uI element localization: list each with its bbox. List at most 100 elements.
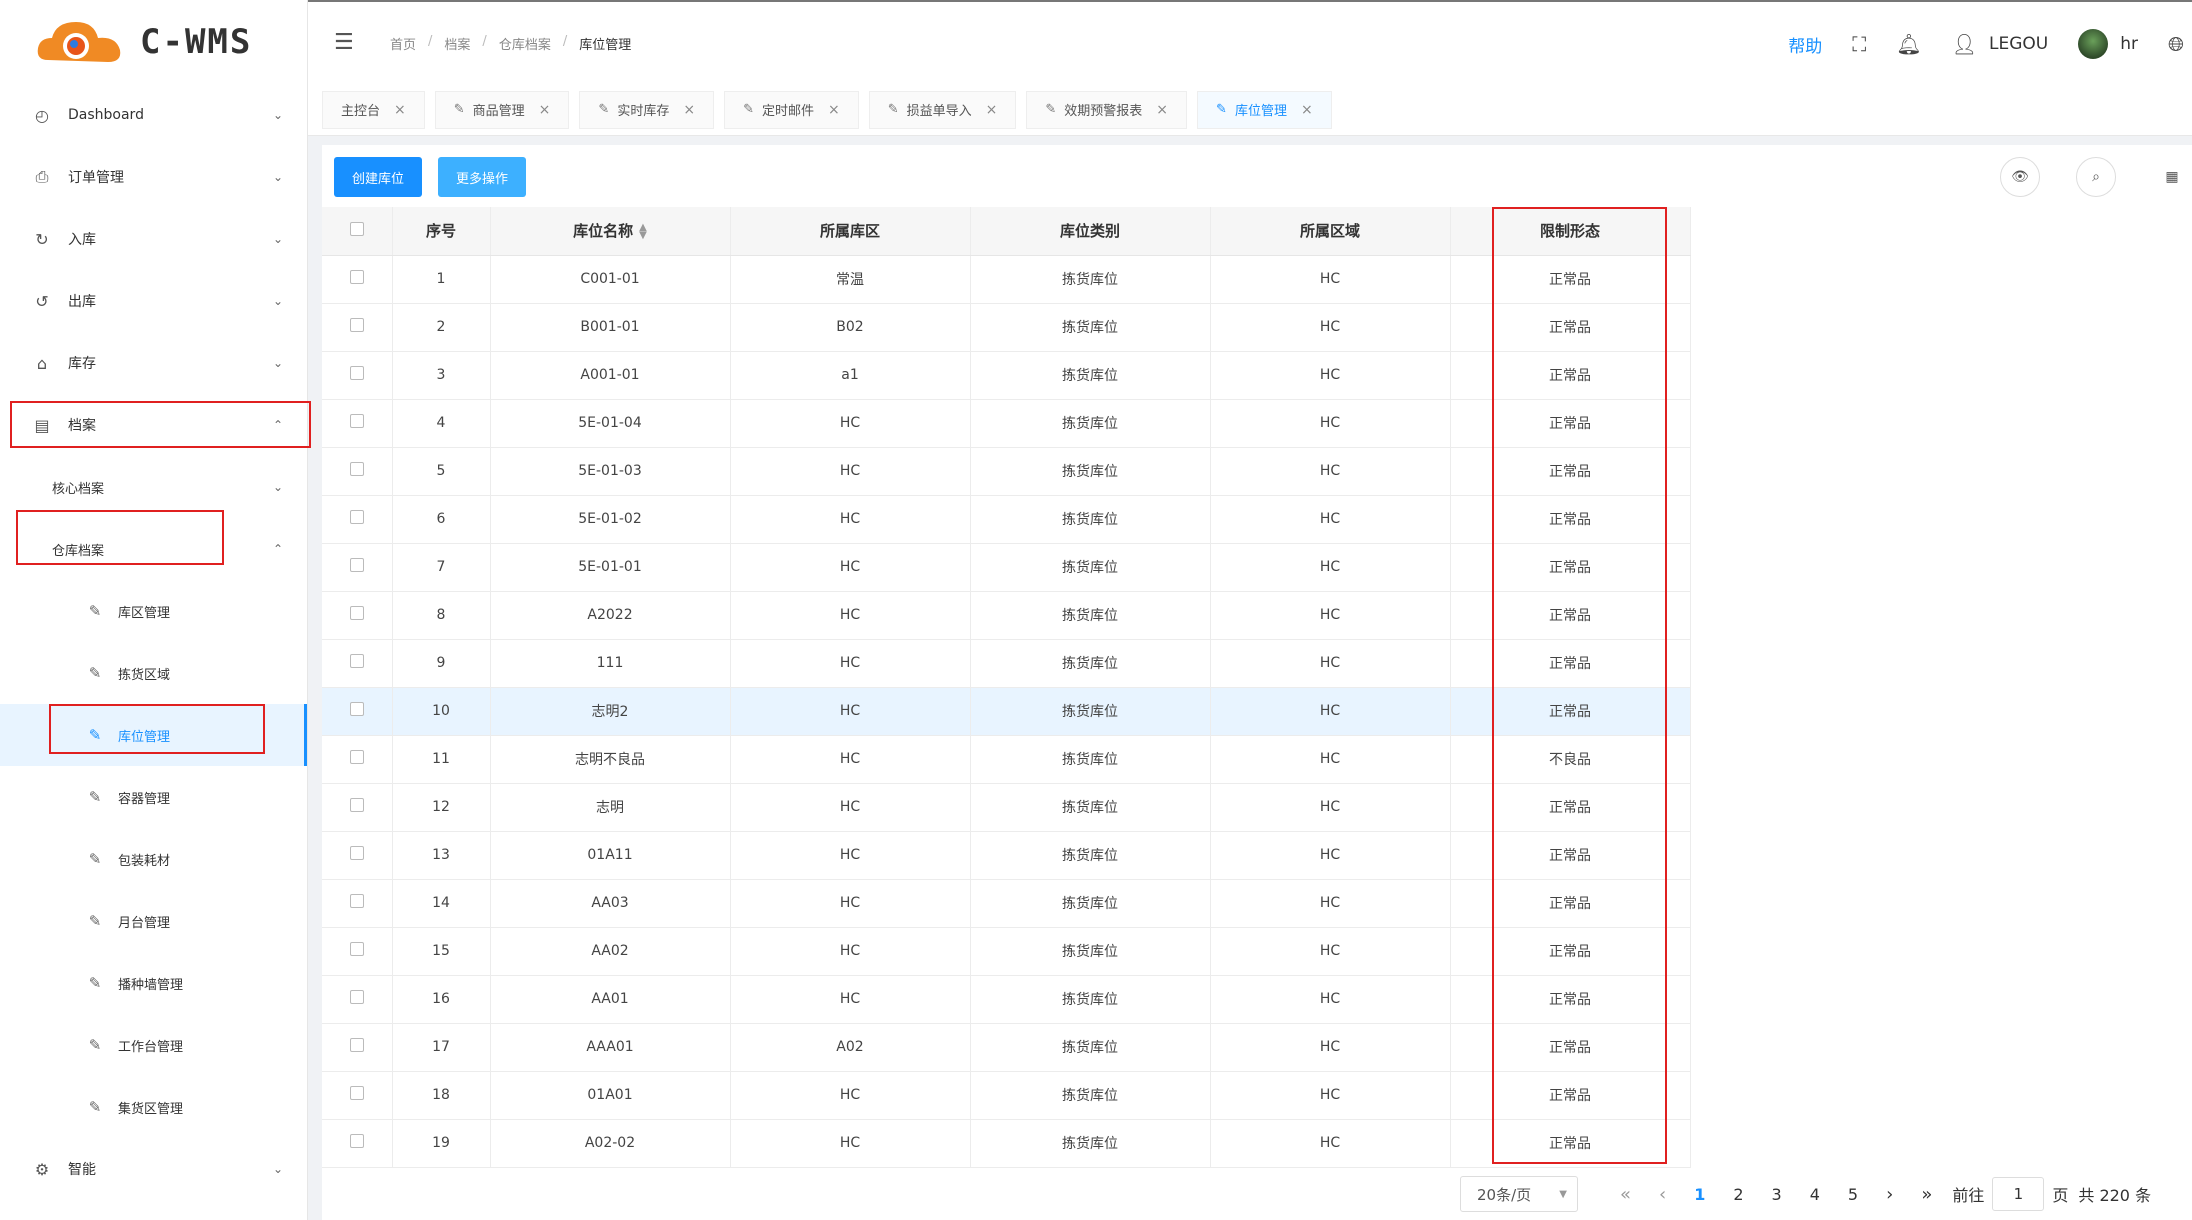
sidebar-leaf-item[interactable]: ✎ 库位管理 [0,704,307,766]
table-row[interactable]: 17 AAA01 A02 拣货库位 HC 正常品 [322,1023,1691,1072]
table-row[interactable]: 1 C001-01 常温 拣货库位 HC 正常品 [322,255,1691,304]
tag-item[interactable]: ✎ 库位管理 × [1197,90,1332,129]
row-checkbox[interactable] [322,1023,393,1072]
globe-icon[interactable]: 🌐︎ [2168,32,2184,56]
page-number[interactable]: 1 [1694,1185,1705,1204]
next-page-icon[interactable]: › [1886,1184,1893,1205]
close-icon[interactable]: × [1156,102,1168,118]
sidebar-item[interactable]: ↻ 入库 ⌄ [0,208,307,270]
tag-item[interactable]: 主控台 × [322,90,425,129]
page-number[interactable]: 2 [1733,1185,1743,1204]
row-checkbox[interactable] [322,351,393,400]
sidebar-leaf-item[interactable]: ✎ 工作台管理 [0,1014,307,1076]
tag-item[interactable]: ✎ 定时邮件 × [724,90,859,129]
fullscreen-icon[interactable]: ⛶ [1852,32,1866,56]
sidebar-leaf-item[interactable]: ✎ 拣货区域 [0,642,307,704]
table-row[interactable]: 4 5E-01-04 HC 拣货库位 HC 正常品 [322,399,1691,448]
company-name[interactable]: LEGOU [1989,34,2048,54]
table-row[interactable]: 2 B001-01 B02 拣货库位 HC 正常品 [322,303,1691,352]
sort-icon[interactable]: ▲ ▼ [639,222,647,240]
sidebar-item-smart[interactable]: ⚙ 智能 ⌄ [0,1138,307,1200]
table-row[interactable]: 15 AA02 HC 拣货库位 HC 正常品 [322,927,1691,976]
table-row[interactable]: 14 AA03 HC 拣货库位 HC 正常品 [322,879,1691,928]
row-checkbox[interactable] [322,831,393,880]
column-header-sortable[interactable]: 库位名称 ▲ ▼ [490,207,731,256]
sidebar-item[interactable]: ⎙ 订单管理 ⌄ [0,146,307,208]
page-number[interactable]: 5 [1848,1185,1858,1204]
sidebar-leaf-item[interactable]: ✎ 月台管理 [0,890,307,952]
menu-toggle-icon[interactable]: ☰ [334,30,354,55]
search-icon[interactable]: ⌕ [2076,157,2116,197]
sidebar-item[interactable]: ▤ 档案 ⌃ [0,394,307,456]
goto-page-input[interactable]: 1 [1992,1177,2045,1211]
bell-icon[interactable]: 🔔︎ [1896,32,1921,56]
submenu-warehouse-archive[interactable]: 仓库档案 ⌃ [0,518,307,580]
breadcrumb-item[interactable]: 仓库档案 [499,34,551,53]
table-row[interactable]: 7 5E-01-01 HC 拣货库位 HC 正常品 [322,543,1691,592]
tag-item[interactable]: ✎ 效期预警报表 × [1026,90,1188,129]
table-row[interactable]: 16 AA01 HC 拣货库位 HC 正常品 [322,975,1691,1024]
row-checkbox[interactable] [322,879,393,928]
table-row[interactable]: 5 5E-01-03 HC 拣货库位 HC 正常品 [322,447,1691,496]
avatar[interactable] [2078,29,2109,59]
user-name[interactable]: hr [2120,34,2138,54]
sidebar-item[interactable]: ⌂ 库存 ⌄ [0,332,307,394]
table-row[interactable]: 9 111 HC 拣货库位 HC 正常品 [322,639,1691,688]
close-icon[interactable]: × [828,102,840,118]
page-number[interactable]: 4 [1810,1185,1820,1204]
first-page-icon[interactable]: « [1620,1184,1631,1205]
row-checkbox[interactable] [322,975,393,1024]
row-checkbox[interactable] [322,255,393,304]
table-row[interactable]: 18 01A01 HC 拣货库位 HC 正常品 [322,1071,1691,1120]
table-row[interactable]: 12 志明 HC 拣货库位 HC 正常品 [322,783,1691,832]
create-location-button[interactable]: 创建库位 [334,157,423,197]
last-page-icon[interactable]: » [1921,1184,1932,1205]
table-row[interactable]: 19 A02-02 HC 拣货库位 HC 正常品 [322,1119,1691,1168]
prev-page-icon[interactable]: ‹ [1659,1184,1666,1205]
submenu-core-archive[interactable]: 核心档案 ⌄ [0,456,307,518]
tag-item[interactable]: ✎ 损益单导入 × [868,90,1017,129]
row-checkbox[interactable] [322,735,393,784]
table-row[interactable]: 8 A2022 HC 拣货库位 HC 正常品 [322,591,1691,640]
row-checkbox[interactable] [322,399,393,448]
row-checkbox[interactable] [322,591,393,640]
table-row[interactable]: 11 志明不良品 HC 拣货库位 HC 不良品 [322,735,1691,784]
row-checkbox[interactable] [322,687,393,736]
row-checkbox[interactable] [322,639,393,688]
grid-icon[interactable]: ▦ [2152,157,2192,197]
tag-item[interactable]: ✎ 商品管理 × [434,90,570,129]
close-icon[interactable]: × [394,102,406,118]
row-checkbox[interactable] [322,495,393,544]
page-number[interactable]: 3 [1772,1185,1782,1204]
page-size-select[interactable]: 20条/页 ▼ [1460,1176,1578,1212]
row-checkbox[interactable] [322,447,393,496]
eye-icon[interactable]: 👁︎ [2000,157,2040,197]
sidebar-item[interactable]: ◴ Dashboard ⌄ [0,84,307,146]
table-row[interactable]: 13 01A11 HC 拣货库位 HC 正常品 [322,831,1691,880]
table-row[interactable]: 6 5E-01-02 HC 拣货库位 HC 正常品 [322,495,1691,544]
more-actions-button[interactable]: 更多操作 [438,157,527,197]
close-icon[interactable]: × [1301,102,1313,118]
row-checkbox[interactable] [322,303,393,352]
breadcrumb-item[interactable]: 首页 [390,34,416,53]
sidebar-item[interactable]: ↺ 出库 ⌄ [0,270,307,332]
row-checkbox[interactable] [322,543,393,592]
sidebar-leaf-item[interactable]: ✎ 容器管理 [0,766,307,828]
sidebar-leaf-item[interactable]: ✎ 播种墙管理 [0,952,307,1014]
tag-item[interactable]: ✎ 实时库存 × [579,90,715,129]
close-icon[interactable]: × [539,102,551,118]
breadcrumb-item[interactable]: 档案 [444,34,470,53]
help-link[interactable]: 帮助 [1788,32,1822,57]
sidebar-leaf-item[interactable]: ✎ 集货区管理 [0,1076,307,1138]
table-row[interactable]: 3 A001-01 a1 拣货库位 HC 正常品 [322,351,1691,400]
sidebar-leaf-item[interactable]: ✎ 包装耗材 [0,828,307,890]
row-checkbox[interactable] [322,1119,393,1168]
close-icon[interactable]: × [986,102,998,118]
close-icon[interactable]: × [683,102,695,118]
select-all-checkbox[interactable] [322,207,393,256]
row-checkbox[interactable] [322,1071,393,1120]
sidebar-leaf-item[interactable]: ✎ 库区管理 [0,580,307,642]
table-row[interactable]: 10 志明2 HC 拣货库位 HC 正常品 [322,687,1691,736]
row-checkbox[interactable] [322,783,393,832]
row-checkbox[interactable] [322,927,393,976]
